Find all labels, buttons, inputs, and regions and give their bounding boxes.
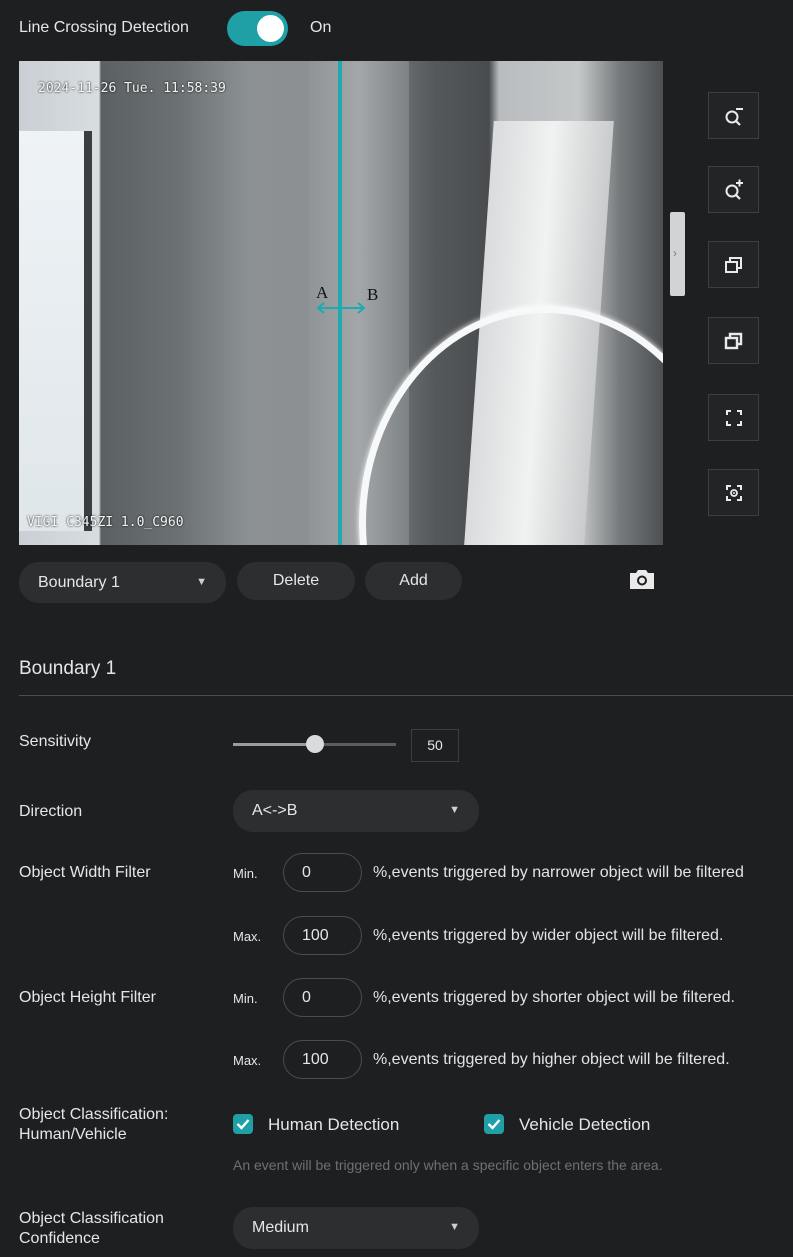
boundary-select-value: Boundary 1: [38, 574, 120, 591]
window-mode-button[interactable]: [708, 317, 759, 364]
video-device-label: VIGI C345ZI 1.0_C960: [27, 515, 184, 530]
side-drawer-handle[interactable]: ›: [670, 212, 685, 296]
focus-target-icon: [725, 484, 742, 501]
classification-note: An event will be triggered only when a s…: [233, 1157, 663, 1173]
zoom-out-icon: [725, 107, 743, 126]
vehicle-detection-label[interactable]: Vehicle Detection: [519, 1115, 650, 1135]
vehicle-detection-checkbox[interactable]: [484, 1114, 504, 1134]
camera-icon[interactable]: [628, 567, 656, 591]
height-filter-label: Object Height Filter: [19, 989, 156, 1006]
focus-target-button[interactable]: [708, 469, 759, 516]
sensitivity-label: Sensitivity: [19, 733, 92, 750]
zoom-out-button[interactable]: [708, 92, 759, 139]
classification-label-line1: Object Classification:: [19, 1106, 169, 1123]
width-max-hint: %,events triggered by wider object will …: [373, 927, 724, 944]
height-min-input[interactable]: 0: [283, 978, 362, 1017]
width-max-input[interactable]: 100: [283, 916, 362, 955]
direction-select-value: A<->B: [252, 802, 298, 819]
zoom-in-button[interactable]: [708, 166, 759, 213]
human-detection-label[interactable]: Human Detection: [268, 1115, 399, 1135]
section-title: Boundary 1: [19, 658, 117, 679]
delete-boundary-button[interactable]: Delete: [237, 562, 355, 600]
chevron-right-icon: ›: [673, 246, 677, 260]
boundary-select[interactable]: Boundary 1 ▼: [19, 562, 226, 603]
width-min-input[interactable]: 0: [283, 853, 362, 892]
window-icon: [724, 332, 742, 349]
width-min-hint: %,events triggered by narrower object wi…: [373, 864, 744, 881]
confidence-label-line2: Confidence: [19, 1230, 100, 1247]
height-min-hint: %,events triggered by shorter object wil…: [373, 989, 735, 1006]
direction-label: Direction: [19, 803, 83, 820]
add-boundary-button[interactable]: Add: [365, 562, 462, 600]
sensitivity-slider-thumb[interactable]: [306, 735, 324, 753]
width-filter-label: Object Width Filter: [19, 864, 151, 881]
confidence-select-value: Medium: [252, 1219, 309, 1236]
confidence-label: Object Classification Confidence: [19, 1209, 164, 1249]
height-max-label: Max.: [233, 1053, 262, 1068]
video-window-area: [19, 131, 92, 531]
point-a-label: A: [316, 283, 329, 302]
classification-label: Object Classification: Human/Vehicle: [19, 1105, 168, 1145]
point-b-label: B: [367, 285, 379, 304]
toggle-state-text: On: [310, 19, 332, 36]
restore-window-button[interactable]: [708, 241, 759, 288]
caret-down-icon: ▼: [449, 1221, 460, 1233]
line-crossing-toggle[interactable]: [227, 11, 288, 46]
confidence-label-line1: Object Classification: [19, 1210, 164, 1227]
sensitivity-slider-fill: [233, 743, 315, 746]
caret-down-icon: ▼: [449, 804, 460, 816]
check-icon: [487, 1119, 501, 1130]
caret-down-icon: ▼: [196, 576, 207, 588]
human-detection-checkbox[interactable]: [233, 1114, 253, 1134]
width-min-label: Min.: [233, 866, 258, 881]
width-max-label: Max.: [233, 929, 262, 944]
direction-select[interactable]: A<->B ▼: [233, 790, 479, 832]
confidence-select[interactable]: Medium ▼: [233, 1207, 479, 1249]
height-max-input[interactable]: 100: [283, 1040, 362, 1079]
section-divider: [19, 695, 793, 696]
line-crossing-label: Line Crossing Detection: [19, 19, 189, 36]
direction-arrow-icon: [316, 302, 366, 314]
check-icon: [236, 1119, 250, 1130]
classification-label-line2: Human/Vehicle: [19, 1126, 127, 1143]
zoom-in-icon: [725, 179, 743, 200]
camera-live-view[interactable]: A B 2024-11-26 Tue. 11:58:39 VIGI C345ZI…: [19, 61, 663, 545]
fullscreen-icon: [725, 409, 742, 426]
height-max-hint: %,events triggered by higher object will…: [373, 1051, 730, 1068]
video-timestamp: 2024-11-26 Tue. 11:58:39: [38, 81, 226, 96]
height-min-label: Min.: [233, 991, 258, 1006]
restore-window-icon: [724, 256, 742, 273]
fullscreen-button[interactable]: [708, 394, 759, 441]
toggle-knob: [257, 15, 284, 42]
sensitivity-value-input[interactable]: 50: [411, 729, 459, 762]
